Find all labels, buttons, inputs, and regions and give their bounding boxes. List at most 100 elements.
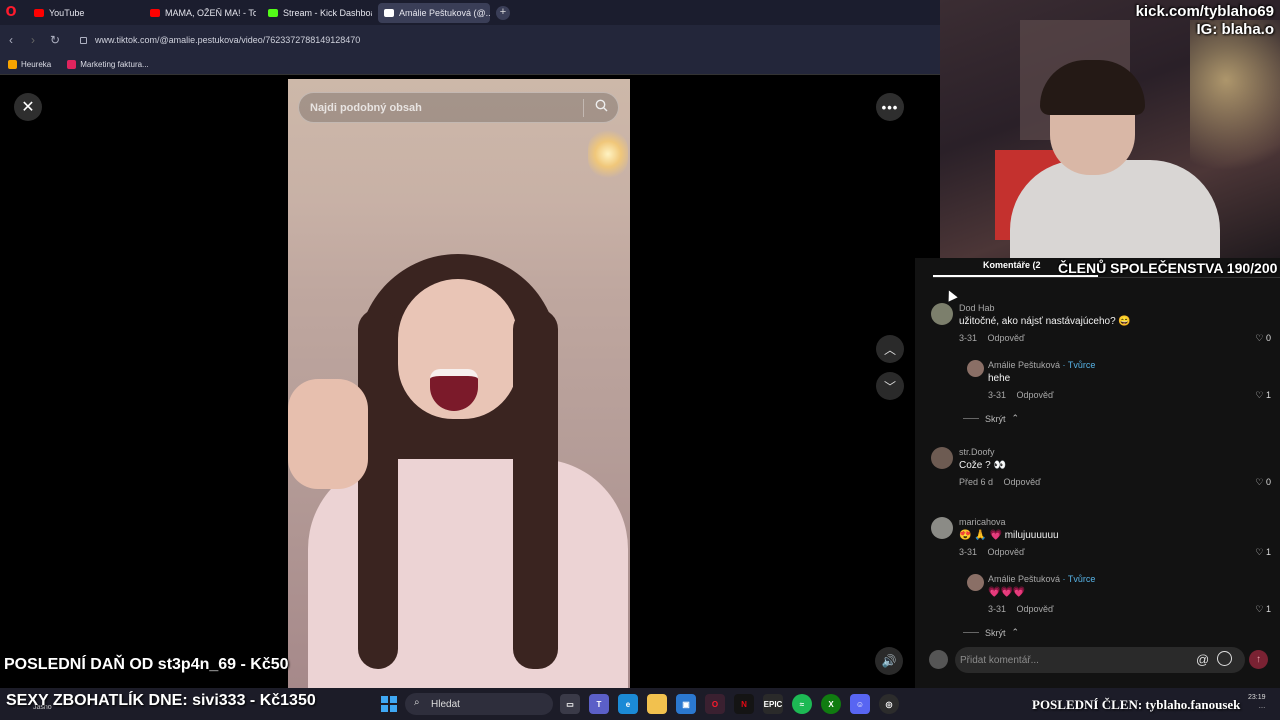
like-button[interactable]: ♡ 0 bbox=[1255, 333, 1271, 344]
tab-mama[interactable]: MAMA, OŽEŇ MA! - Tom bbox=[144, 3, 256, 23]
tab-youtube[interactable]: YouTube bbox=[28, 3, 138, 23]
comment-date: 3-31 bbox=[959, 547, 978, 557]
user-avatar bbox=[929, 650, 948, 669]
browser-tab-bar: O YouTube MAMA, OŽEŇ MA! - Tom Stream - … bbox=[0, 0, 940, 25]
reply-button[interactable]: Odpověď bbox=[988, 547, 1025, 557]
netflix-icon[interactable]: N bbox=[734, 694, 754, 714]
clock-time: 23:19 bbox=[1248, 694, 1266, 701]
comment-text: Cože ? 👀 bbox=[959, 460, 1006, 471]
search-input[interactable]: Najdi podobný obsah bbox=[310, 102, 583, 114]
video-person-hair-right bbox=[513, 309, 558, 669]
youtube-icon bbox=[150, 8, 160, 17]
close-button[interactable]: ✕ bbox=[14, 93, 42, 121]
opera-logo-icon[interactable]: O bbox=[0, 0, 22, 25]
task-view-icon[interactable]: ▭ bbox=[560, 694, 580, 714]
hide-label: Skrýt bbox=[985, 627, 1006, 638]
last-tax-overlay: POSLEDNÍ DAŇ OD st3p4n_69 - Kč50 bbox=[4, 656, 289, 673]
file-explorer-icon[interactable] bbox=[647, 694, 667, 714]
comment-meta: 3-31 Odpověď bbox=[988, 390, 1062, 400]
instagram-handle: IG: blaha.o bbox=[1196, 21, 1274, 38]
comment-meta: Před 6 d Odpověď bbox=[959, 477, 1049, 487]
bookmark-marketing[interactable]: Marketing faktura... bbox=[67, 60, 149, 69]
tab-tiktok[interactable]: Amálie Peštuková (@... bbox=[378, 2, 490, 23]
reply-button[interactable]: Odpověď bbox=[988, 333, 1025, 343]
tab-label: YouTube bbox=[49, 7, 85, 18]
avatar[interactable] bbox=[931, 303, 953, 325]
comment-text: hehe bbox=[988, 373, 1011, 384]
reply-button[interactable]: Odpověď bbox=[1017, 604, 1054, 614]
streamer-webcam: kick.com/tyblaho69 IG: blaha.o bbox=[940, 0, 1280, 258]
taskbar-search-label: Hledat bbox=[431, 698, 460, 710]
volume-button[interactable]: 🔊 bbox=[875, 647, 903, 675]
bookmark-heureka[interactable]: Heureka bbox=[8, 60, 51, 69]
video-player[interactable] bbox=[288, 79, 630, 688]
epic-games-icon[interactable]: EPIC bbox=[763, 694, 783, 714]
like-count: 0 bbox=[1265, 477, 1271, 487]
tiktok-video-page: ✕ Najdi podobný obsah ••• ︿ ﹀ 🔊 bbox=[0, 76, 915, 688]
comment-author[interactable]: str.Doofy bbox=[959, 447, 995, 457]
windows-start-icon[interactable] bbox=[381, 696, 397, 712]
hide-replies-button[interactable]: Skrýt ⌃ bbox=[963, 627, 1019, 638]
previous-video-button[interactable]: ︿ bbox=[876, 335, 904, 363]
hide-label: Skrýt bbox=[985, 413, 1006, 424]
teams-icon[interactable]: T bbox=[589, 694, 609, 714]
mention-icon[interactable]: @ bbox=[1196, 652, 1209, 667]
address-bar: ‹ › ↻ www.tiktok.com/@amalie.pestukova/v… bbox=[0, 25, 940, 55]
send-button[interactable]: ↑ bbox=[1249, 650, 1268, 669]
discord-icon[interactable]: ☺ bbox=[850, 694, 870, 714]
spotify-icon[interactable]: ≈ bbox=[792, 694, 812, 714]
kick-icon bbox=[268, 8, 278, 17]
video-person-shirt bbox=[308, 459, 628, 688]
reply-button[interactable]: Odpověď bbox=[1017, 390, 1054, 400]
like-count: 0 bbox=[1265, 333, 1271, 343]
search-icon: ⌕ bbox=[414, 697, 420, 708]
comment-text: 💗💗💗 bbox=[988, 587, 1026, 598]
avatar[interactable] bbox=[967, 360, 984, 377]
obs-icon[interactable]: ◎ bbox=[879, 694, 899, 714]
emoji-icon[interactable] bbox=[1217, 651, 1232, 666]
store-icon[interactable]: ▣ bbox=[676, 694, 696, 714]
like-button[interactable]: ♡ 0 bbox=[1255, 477, 1271, 488]
creator-badge: · Tvůrce bbox=[1060, 360, 1096, 370]
avatar[interactable] bbox=[967, 574, 984, 591]
tab-label: MAMA, OŽEŇ MA! - Tom bbox=[165, 7, 256, 18]
forward-icon[interactable]: › bbox=[22, 33, 44, 47]
tab-kick-dashboard[interactable]: Stream - Kick Dashboard bbox=[262, 3, 372, 23]
reply-button[interactable]: Odpověď bbox=[1004, 477, 1041, 487]
similar-content-search[interactable]: Najdi podobný obsah bbox=[298, 92, 619, 123]
reload-icon[interactable]: ↻ bbox=[44, 33, 66, 47]
system-clock[interactable]: 23:19 … bbox=[1248, 693, 1266, 711]
xbox-icon[interactable]: X bbox=[821, 694, 841, 714]
comment-input-placeholder: Přidat komentář... bbox=[960, 654, 1039, 666]
like-button[interactable]: ♡ 1 bbox=[1255, 547, 1271, 558]
comment-author[interactable]: maricahova bbox=[959, 517, 1006, 527]
comment-text: užitočné, ako nájsť nastávajúceho? 😄 bbox=[959, 316, 1131, 327]
url-field[interactable]: www.tiktok.com/@amalie.pestukova/video/7… bbox=[80, 35, 360, 45]
avatar[interactable] bbox=[931, 517, 953, 539]
like-button[interactable]: ♡ 1 bbox=[1255, 390, 1271, 401]
bookmark-label: Heureka bbox=[21, 60, 52, 69]
opera-icon[interactable]: O bbox=[705, 694, 725, 714]
comment-author[interactable]: Amálie Peštuková · Tvůrce bbox=[988, 360, 1095, 370]
comment-author[interactable]: Dod Hab bbox=[959, 303, 995, 313]
youtube-icon bbox=[34, 8, 44, 17]
like-button[interactable]: ♡ 1 bbox=[1255, 604, 1271, 615]
author-name: Amálie Peštuková bbox=[988, 574, 1061, 584]
edge-icon[interactable]: e bbox=[618, 694, 638, 714]
back-icon[interactable]: ‹ bbox=[0, 33, 22, 47]
next-video-button[interactable]: ﹀ bbox=[876, 372, 904, 400]
taskbar-search[interactable]: ⌕ Hledat bbox=[405, 693, 553, 715]
stream-handle: kick.com/tyblaho69 IG: blaha.o bbox=[1136, 3, 1274, 39]
cam-streamer-body bbox=[1010, 160, 1220, 258]
tab-comments[interactable]: Komentáře (2 bbox=[983, 260, 1041, 270]
comment-author[interactable]: Amálie Peštuková · Tvůrce bbox=[988, 574, 1095, 584]
search-icon[interactable] bbox=[584, 99, 618, 117]
avatar[interactable] bbox=[931, 447, 953, 469]
creator-badge: · Tvůrce bbox=[1060, 574, 1096, 584]
community-members-overlay: ČLENŮ SPOLEČENSTVA 190/200 bbox=[1058, 260, 1278, 276]
comment-meta: 3-31 Odpověď bbox=[959, 547, 1033, 557]
new-tab-button[interactable]: + bbox=[496, 5, 510, 20]
hide-replies-button[interactable]: Skrýt ⌃ bbox=[963, 413, 1019, 424]
more-options-button[interactable]: ••• bbox=[876, 93, 904, 121]
comment-date: 3-31 bbox=[988, 390, 1007, 400]
